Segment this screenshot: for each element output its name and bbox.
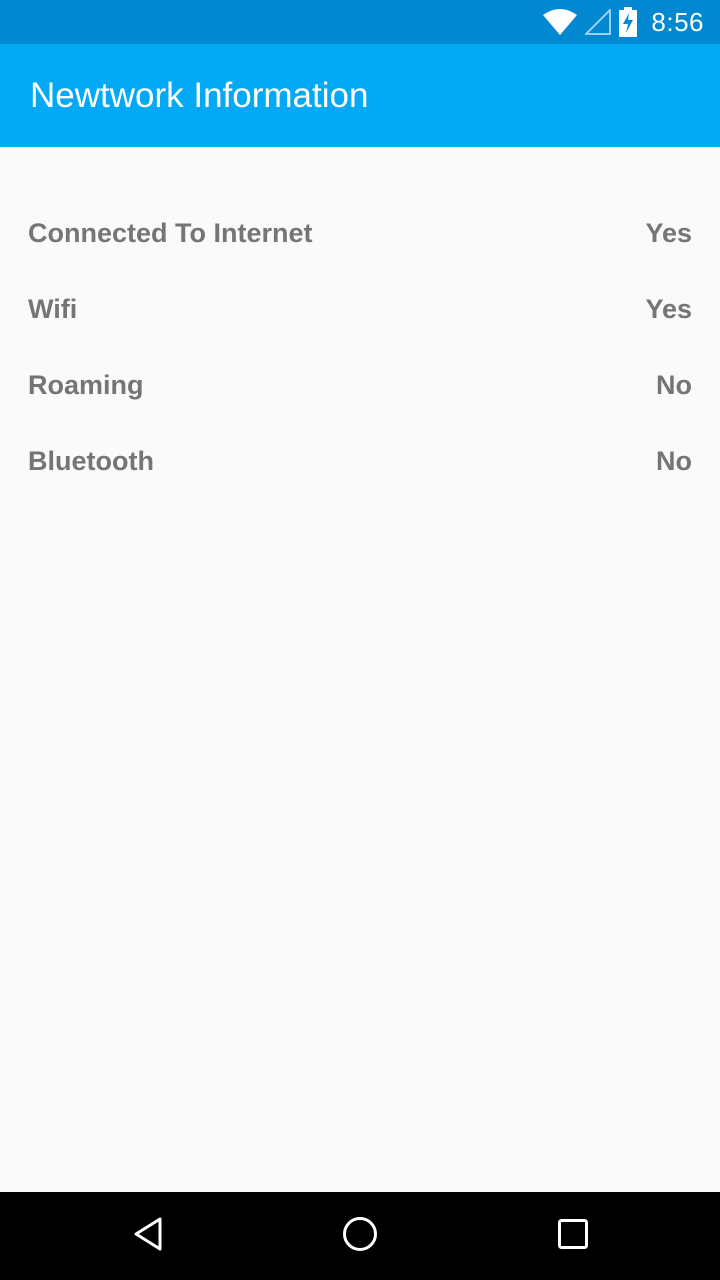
status-icons: 8:56: [543, 0, 704, 44]
battery-charging-icon: [619, 7, 638, 37]
info-row-wifi: Wifi Yes: [28, 271, 692, 347]
row-label: Roaming: [28, 369, 144, 400]
recents-button[interactable]: [525, 1192, 621, 1280]
row-value: No: [656, 445, 692, 476]
wifi-icon: [543, 9, 578, 35]
info-row-connected-to-internet: Connected To Internet Yes: [28, 195, 692, 271]
app-bar: Newtwork Information: [0, 44, 720, 147]
row-value: Yes: [645, 293, 692, 324]
network-info-list: Connected To Internet Yes Wifi Yes Roami…: [0, 147, 720, 1192]
recents-icon: [557, 1218, 589, 1255]
row-label: Connected To Internet: [28, 217, 313, 248]
info-row-bluetooth: Bluetooth No: [28, 423, 692, 499]
back-icon: [131, 1216, 165, 1257]
status-time: 8:56: [651, 6, 704, 37]
info-row-roaming: Roaming No: [28, 347, 692, 423]
status-bar: 8:56: [0, 0, 720, 44]
row-label: Bluetooth: [28, 445, 154, 476]
page-title: Newtwork Information: [30, 75, 369, 115]
navigation-bar: [0, 1192, 720, 1280]
row-label: Wifi: [28, 293, 78, 324]
home-button[interactable]: [312, 1192, 408, 1280]
home-icon: [341, 1215, 379, 1258]
back-button[interactable]: [100, 1192, 196, 1280]
row-value: Yes: [645, 217, 692, 248]
cell-signal-icon: [585, 9, 612, 35]
row-value: No: [656, 369, 692, 400]
